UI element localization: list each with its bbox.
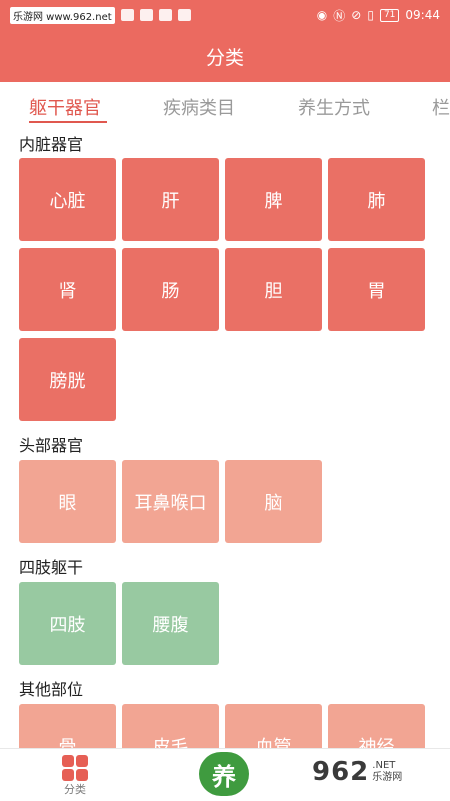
app-notification-icon [158, 9, 172, 21]
watermark-text: .NET 乐游网 [369, 760, 402, 784]
section-title: 头部器官 [19, 436, 84, 455]
section-title: 内脏器官 [19, 135, 84, 154]
watermark-number: 962 [312, 757, 370, 787]
category-tile[interactable]: 心脏 [19, 158, 116, 241]
category-tile[interactable]: 脑 [225, 460, 322, 543]
category-tile[interactable]: 脾 [225, 158, 322, 241]
category-tile[interactable]: 耳鼻喉口 [122, 460, 219, 543]
watermark-sub: 乐游网 [372, 772, 403, 783]
eye-icon: ◉ [316, 8, 328, 22]
nfc-icon: Ⓝ [333, 8, 346, 23]
grid-four-squares-icon [62, 755, 88, 781]
category-tile[interactable]: 骨 [19, 704, 116, 748]
tab-wellness[interactable]: 养生方式 [298, 94, 370, 120]
category-tile[interactable]: 肺 [328, 158, 425, 241]
tab-diseases[interactable]: 疾病类目 [163, 94, 235, 120]
app-notification-icon [120, 9, 134, 21]
section-title: 其他部位 [19, 680, 84, 699]
category-tile[interactable]: 眼 [19, 460, 116, 543]
battery-icon: 71 [379, 8, 400, 22]
category-content[interactable]: 内脏器官 心脏 肝 脾 肺 肾 肠 胆 胃 膀胱 头部器官 眼 耳鼻喉口 脑 四… [0, 128, 450, 748]
category-tile[interactable]: 肠 [122, 248, 219, 331]
tab-active-indicator [29, 121, 107, 123]
vibrate-icon: ▯ [367, 8, 374, 22]
status-bar: 乐游网 www.962.net ◉ Ⓝ ⊘ ▯ 71 09:44 [0, 0, 450, 30]
category-tile[interactable]: 胃 [328, 248, 425, 331]
category-tile[interactable]: 神经 [328, 704, 425, 748]
clock: 09:44 [405, 8, 440, 22]
category-tile[interactable]: 肾 [19, 248, 116, 331]
mute-icon: ⊘ [351, 8, 362, 22]
status-left: 乐游网 www.962.net [10, 6, 191, 24]
section-title: 四肢躯干 [19, 558, 84, 577]
app-notification-icon [139, 9, 153, 21]
app-bar: 分类 [0, 30, 450, 82]
nav-category[interactable]: 分类 [45, 755, 105, 797]
page-title: 分类 [205, 46, 244, 69]
center-home-button[interactable]: 养 [199, 752, 249, 796]
category-tile[interactable]: 膀胱 [19, 338, 116, 421]
tab-more[interactable]: 栏 [432, 94, 450, 120]
app-notification-icon [177, 9, 191, 21]
tab-organs[interactable]: 躯干器官 [29, 94, 101, 120]
status-right: ◉ Ⓝ ⊘ ▯ 71 09:44 [317, 7, 440, 24]
site-tag: 乐游网 www.962.net [10, 6, 115, 24]
category-tile[interactable]: 胆 [225, 248, 322, 331]
watermark-suffix: .NET [372, 760, 396, 771]
yang-logo-icon: 养 [212, 762, 236, 791]
category-tile[interactable]: 皮毛 [122, 704, 219, 748]
category-tile[interactable]: 腰腹 [122, 582, 219, 665]
category-tile[interactable]: 肝 [122, 158, 219, 241]
site-watermark: 962 .NET 乐游网 [312, 752, 444, 792]
category-tile[interactable]: 四肢 [19, 582, 116, 665]
nav-category-label: 分类 [64, 783, 86, 796]
category-tile[interactable]: 血管 [225, 704, 322, 748]
